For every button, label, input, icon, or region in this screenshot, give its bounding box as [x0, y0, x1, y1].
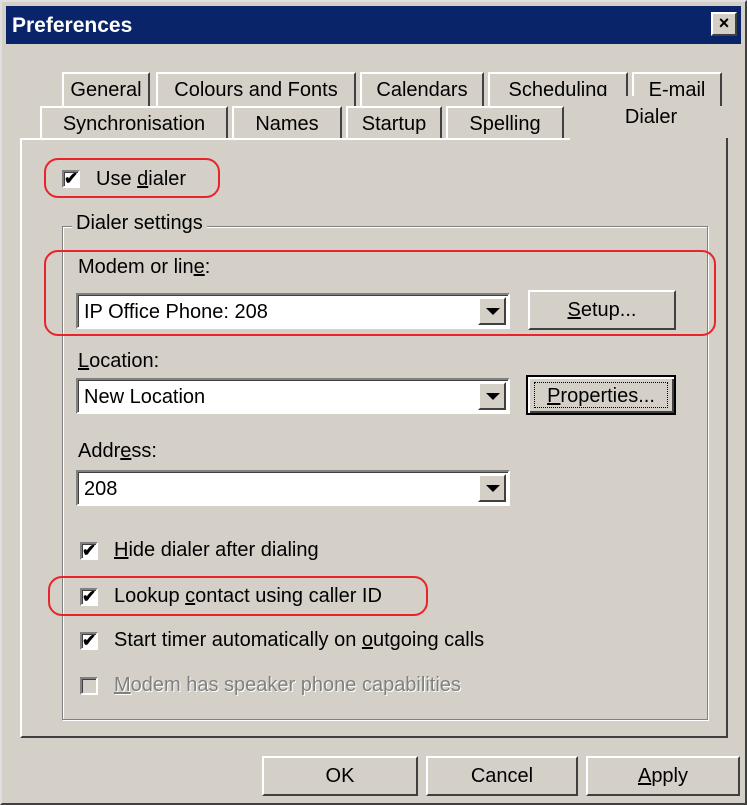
location-dropdown-arrow-icon[interactable] — [478, 382, 506, 410]
address-label-text: Addr — [78, 440, 121, 462]
highlight-use-dialer — [44, 158, 220, 198]
cancel-button[interactable]: Cancel — [426, 756, 578, 796]
address-label: Address: — [78, 440, 157, 463]
tab-names[interactable]: Names — [232, 106, 342, 140]
tab-calendars[interactable]: Calendars — [360, 72, 484, 106]
start-timer-label[interactable]: Start timer automatically on outgoing ca… — [114, 629, 484, 652]
speaker-phone-checkbox — [80, 677, 98, 695]
speaker-phone-label: Modem has speaker phone capabilities — [114, 674, 461, 697]
start-timer-checkbox[interactable]: ✔ — [80, 632, 98, 650]
tab-dialer[interactable]: Dialer — [592, 96, 710, 130]
hide-dialer-accel: H — [114, 539, 129, 561]
location-select[interactable]: New Location — [76, 378, 510, 414]
hide-dialer-rest: ide dialer after dialing — [128, 539, 319, 561]
apply-button[interactable]: Apply — [586, 756, 740, 796]
properties-label: roperties... — [560, 385, 655, 407]
address-label-rest: ss: — [131, 440, 157, 462]
tab-colours-and-fonts[interactable]: Colours and Fonts — [156, 72, 356, 106]
hide-dialer-label[interactable]: Hide dialer after dialing — [114, 539, 319, 562]
properties-button[interactable]: Properties... — [526, 375, 676, 415]
hide-dialer-checkbox[interactable]: ✔ — [80, 542, 98, 560]
tab-spelling[interactable]: Spelling — [446, 106, 564, 140]
dialog-title: Preferences — [12, 14, 133, 37]
start-timer-accel: o — [361, 629, 373, 651]
dialer-settings-legend: Dialer settings — [72, 212, 207, 235]
location-label: Location: — [78, 350, 159, 373]
start-timer-text: Start timer automatically on — [114, 629, 362, 651]
location-accel: L — [78, 350, 90, 372]
highlight-modem — [44, 250, 716, 336]
address-accel: e — [120, 440, 132, 462]
location-value: New Location — [84, 386, 206, 408]
location-label-rest: ocation: — [89, 350, 160, 372]
highlight-lookup-contact — [48, 576, 428, 616]
tab-synchronisation[interactable]: Synchronisation — [40, 106, 228, 140]
title-bar: Preferences × — [6, 6, 741, 44]
properties-accel: P — [547, 385, 561, 407]
address-value: 208 — [84, 478, 118, 500]
speaker-phone-rest: odem has speaker phone capabilities — [130, 674, 461, 696]
close-button[interactable]: × — [711, 12, 737, 36]
apply-accel: A — [637, 765, 652, 787]
apply-label: pply — [651, 765, 689, 787]
tab-startup[interactable]: Startup — [346, 106, 442, 140]
properties-focus-rect: Properties... — [534, 382, 668, 408]
tab-general[interactable]: General — [62, 72, 150, 106]
address-select[interactable]: 208 — [76, 470, 510, 506]
ok-button[interactable]: OK — [262, 756, 418, 796]
address-dropdown-arrow-icon[interactable] — [478, 474, 506, 502]
start-timer-rest: utgoing calls — [373, 629, 485, 651]
speaker-phone-accel: M — [114, 674, 131, 696]
